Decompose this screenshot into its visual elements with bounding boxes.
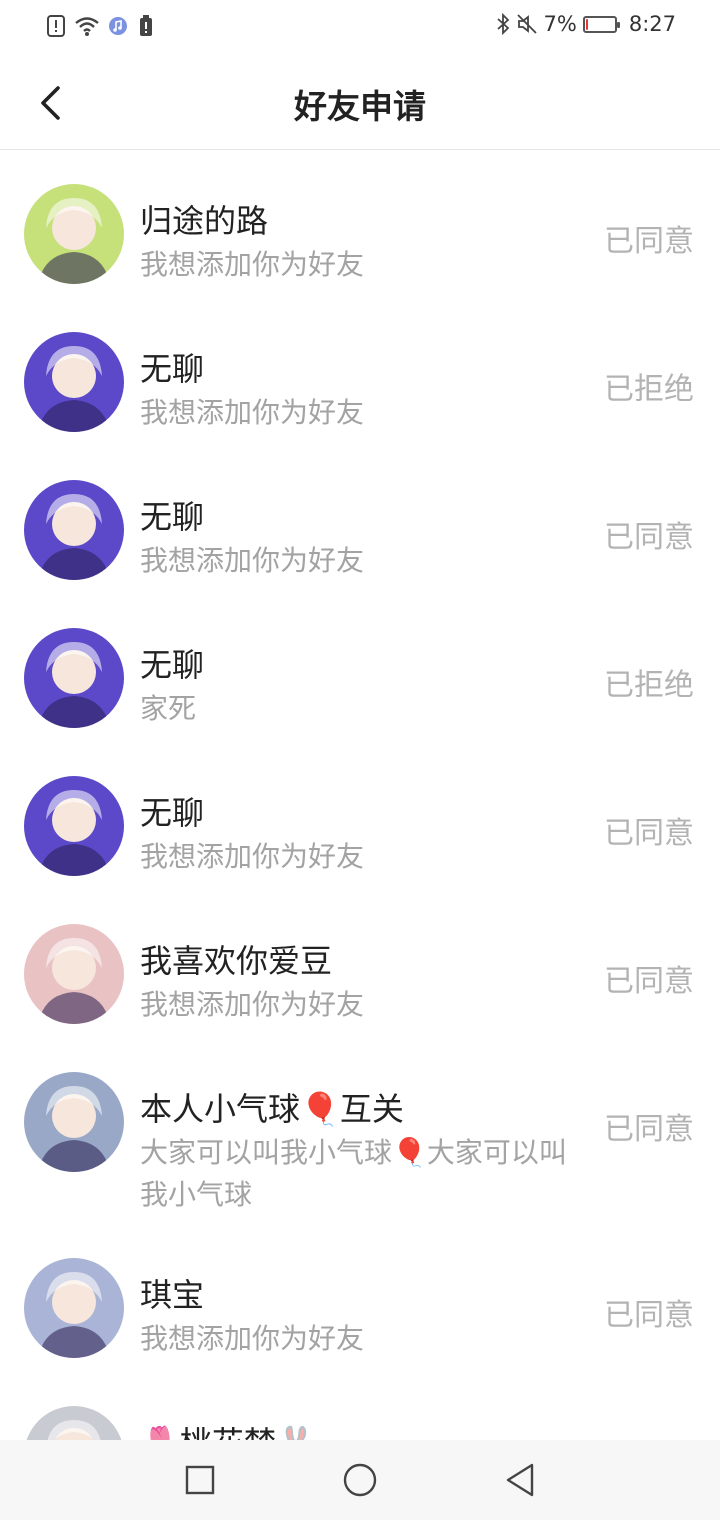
avatar[interactable] [24,332,124,432]
request-message: 大家可以叫我小气球🎈大家可以叫我小气球 [140,1136,567,1211]
friend-request-row[interactable]: 无聊家死 已拒绝 [0,594,720,742]
silver-hair-avatar [24,1258,124,1358]
friend-request-row[interactable]: 我喜欢你爱豆我想添加你为好友 已同意 [0,890,720,1038]
page-title: 好友申请 [294,87,426,126]
app-header: 好友申请 [0,56,720,150]
battery-percent: 7% [543,12,577,36]
mute-icon [516,12,538,36]
purple-avatar [24,628,124,728]
request-status: 已同意 [604,224,694,259]
avatar[interactable] [24,776,124,876]
system-nav-bar [0,1440,720,1520]
avatar[interactable] [24,1072,124,1172]
purple-avatar [24,332,124,432]
battery-alert-icon [136,14,156,38]
avatar[interactable] [24,924,124,1024]
friend-request-row[interactable]: 无聊我想添加你为好友 已同意 [0,446,720,594]
requester-name: 无聊 [140,794,205,832]
avatar[interactable] [24,1406,124,1440]
purple-avatar [24,480,124,580]
request-message: 家死 [140,692,197,725]
grey-hair-avatar [24,1406,124,1440]
avatar[interactable] [24,1258,124,1358]
battery-icon [582,15,620,33]
triangle-back-icon [506,1463,534,1497]
requester-name: 归途的路 [140,202,269,240]
bluetooth-icon [496,12,510,36]
green-hair-avatar [24,184,124,284]
avatar[interactable] [24,480,124,580]
purple-avatar [24,776,124,876]
back-nav-button[interactable] [500,1460,540,1500]
dark-hair-avatar [24,1072,124,1172]
requester-name: 无聊 [140,646,205,684]
pink-hair-avatar [24,924,124,1024]
requester-name: 琪宝 [140,1276,205,1314]
requester-name: 无聊 [140,350,205,388]
clock: 8:27 [628,12,676,36]
request-message: 我想添加你为好友 [140,1322,365,1355]
square-icon [185,1465,215,1495]
request-message: 我想添加你为好友 [140,248,365,281]
avatar[interactable] [24,184,124,284]
status-icons-left [46,14,156,38]
friend-request-row[interactable]: 琪宝我想添加你为好友 已同意 [0,1224,720,1372]
request-message: 我想添加你为好友 [140,840,365,873]
recents-button[interactable] [180,1460,220,1500]
request-status: 已同意 [604,964,694,999]
home-button[interactable] [340,1460,380,1500]
requester-name: 无聊 [140,498,205,536]
request-status: 已拒绝 [604,668,694,703]
friend-request-row[interactable]: 本人小气球🎈互关大家可以叫我小气球🎈大家可以叫我小气球 已同意 [0,1038,720,1224]
friend-request-row[interactable]: 🌷桃花梦🐰 [0,1372,720,1440]
circle-icon [343,1463,377,1497]
music-icon [108,14,128,38]
friend-request-row[interactable]: 无聊我想添加你为好友 已拒绝 [0,298,720,446]
avatar[interactable] [24,628,124,728]
wifi-icon [74,14,100,38]
request-message: 我想添加你为好友 [140,988,365,1021]
requester-name: 本人小气球🎈互关 [140,1090,404,1128]
request-status: 已同意 [604,816,694,851]
request-status: 已拒绝 [604,372,694,407]
status-bar: 7% 8:27 [0,0,720,56]
request-message: 我想添加你为好友 [140,544,365,577]
requester-name: 我喜欢你爱豆 [140,942,333,980]
friend-request-row[interactable]: 无聊我想添加你为好友 已同意 [0,742,720,890]
request-message: 我想添加你为好友 [140,396,365,429]
friend-request-row[interactable]: 归途的路我想添加你为好友 已同意 [0,150,720,298]
request-status: 已同意 [604,1112,694,1147]
alert-icon [46,14,66,38]
friend-request-list[interactable]: 归途的路 我想添加你为好友 已同意 无聊 我想添加你为好友 已拒绝 无聊 我想添加你为好友 已同… [0,150,720,1440]
requester-name: 🌷桃花梦🐰 [140,1418,316,1440]
request-status: 已同意 [604,520,694,555]
request-status: 已同意 [604,1298,694,1333]
status-icons-right: 7% 8:27 [496,12,676,36]
